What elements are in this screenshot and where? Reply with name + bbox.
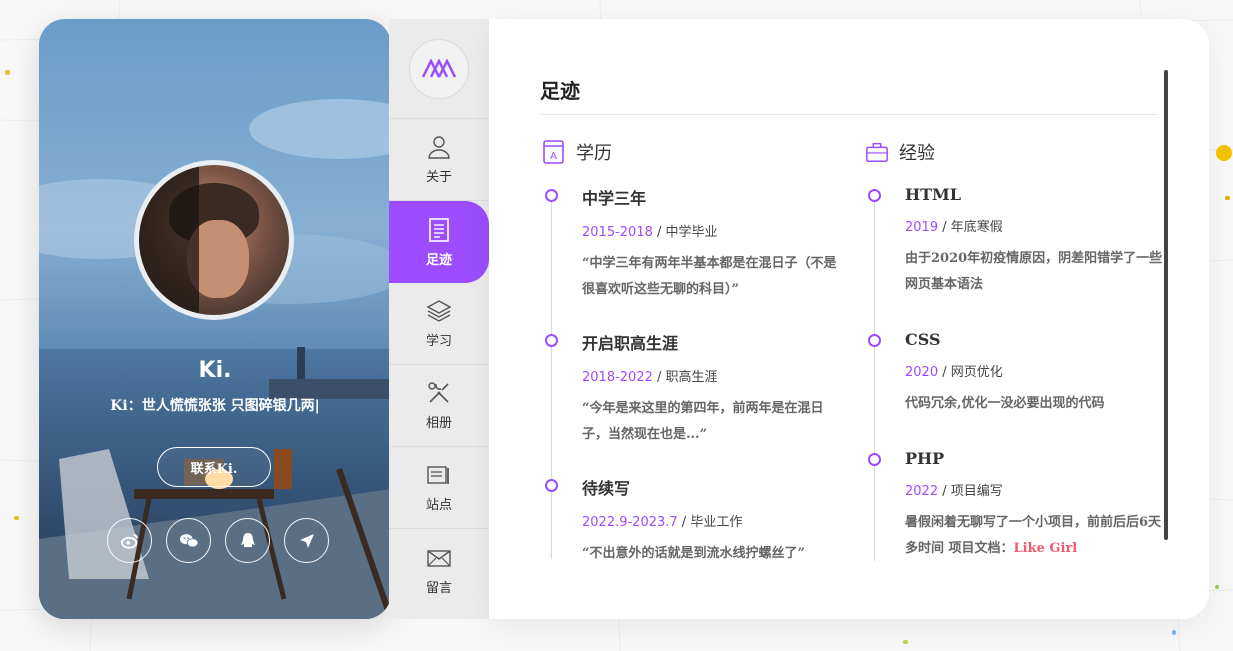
entry-title: 待续写: [582, 479, 631, 498]
nav-item-label: 足迹: [425, 252, 452, 268]
education-column: A 学历 中学三年 2015-2018 / 中学毕业 “中学三年有两年半基本都是…: [542, 139, 842, 561]
nav-item-sites[interactable]: 站点: [389, 447, 489, 529]
nav-item-label: 关于: [425, 170, 452, 185]
qq-icon[interactable]: [225, 518, 270, 563]
entry-title: PHP: [905, 449, 945, 468]
entry-description: 暑假闲着无聊写了一个小项目，前前后后6天多时间 项目文档：Like Girl: [905, 510, 1165, 562]
entry-tag: 中学毕业: [665, 225, 718, 240]
timeline-dot: [545, 334, 558, 347]
logo-icon: [421, 58, 457, 78]
confetti: [1172, 630, 1176, 635]
timeline-entry: 开启职高生涯 2018-2022 / 职高生涯 “今年是来这里的第四年，前两年是…: [542, 330, 842, 475]
entry-title: CSS: [905, 330, 941, 349]
nav-item-label: 留言: [425, 580, 452, 596]
profile-name: Ki.: [198, 358, 232, 383]
confetti: [903, 640, 908, 644]
timeline-entry: HTML 2019 / 年底寒假 由于2020年初疫情原因，阴差阳错学了一些网页…: [865, 185, 1165, 330]
briefcase-icon: [866, 142, 888, 162]
side-nav: 关于 足迹 学习 相册 站点 留言: [389, 19, 489, 619]
send-icon[interactable]: [284, 518, 329, 563]
entry-years: 2015-2018: [582, 225, 653, 240]
contact-button[interactable]: 联系Ki.: [157, 447, 271, 487]
social-links: [107, 518, 329, 563]
divider: [540, 114, 1158, 115]
entry-description: 由于2020年初疫情原因，阴差阳错学了一些网页基本语法: [905, 251, 1163, 292]
entry-title: 开启职高生涯: [582, 334, 679, 353]
entry-tag: 职高生涯: [665, 370, 718, 385]
tools-icon: [428, 382, 449, 403]
experience-column: 经验 HTML 2019 / 年底寒假 由于2020年初疫情原因，阴差阳错学了一…: [865, 139, 1165, 561]
user-icon: [428, 136, 450, 159]
document-icon: [429, 217, 449, 242]
entry-description: 代码冗余,优化一没必要出现的代码: [905, 396, 1105, 411]
entry-tag: 毕业工作: [690, 515, 743, 530]
entry-description: “今年是来这里的第四年，前两年是在混日子，当然现在也是...”: [582, 401, 824, 442]
book-icon: A: [543, 140, 564, 164]
mail-icon: [427, 549, 451, 567]
timeline-dot: [868, 334, 881, 347]
education-timeline: 中学三年 2015-2018 / 中学毕业 “中学三年有两年半基本都是在混日子（…: [542, 185, 842, 561]
section-heading: 学历: [576, 143, 612, 164]
timeline-entry: 待续写 2022.9-2023.7 / 毕业工作 “不出意外的话就是到流水线拧螺…: [542, 475, 842, 561]
nav-item-study[interactable]: 学习: [389, 283, 489, 365]
avatar: [134, 160, 294, 320]
nav-item-label: 相册: [425, 416, 452, 431]
layers-icon: [426, 300, 452, 322]
timeline-dot: [868, 453, 881, 466]
entry-years: 2019: [905, 220, 939, 235]
timeline-dot: [545, 189, 558, 202]
experience-timeline: HTML 2019 / 年底寒假 由于2020年初疫情原因，阴差阳错学了一些网页…: [865, 185, 1165, 561]
nav-item-message[interactable]: 留言: [389, 529, 489, 611]
nav-item-album[interactable]: 相册: [389, 365, 489, 447]
entry-tag: 网页优化: [950, 365, 1003, 380]
weibo-icon[interactable]: [107, 518, 152, 563]
timeline-entry: PHP 2022 / 项目编写 暑假闲着无聊写了一个小项目，前前后后6天多时间 …: [865, 449, 1165, 557]
svg-text:A: A: [550, 151, 557, 162]
confetti: [14, 516, 19, 520]
confetti: [1215, 585, 1219, 589]
entry-years: 2018-2022: [582, 370, 653, 385]
timeline-entry: 中学三年 2015-2018 / 中学毕业 “中学三年有两年半基本都是在混日子（…: [542, 185, 842, 330]
entry-description: “不出意外的话就是到流水线拧螺丝了”: [582, 546, 805, 561]
wechat-icon[interactable]: [166, 518, 211, 563]
profile-motto: Ki：世人慌慌张张 只图碎银几两|: [110, 398, 320, 414]
nav-item-label: 学习: [425, 334, 452, 349]
project-doc-link[interactable]: Like Girl: [1014, 541, 1078, 556]
entry-years: 2020: [905, 365, 939, 380]
entry-tag: 年底寒假: [950, 220, 1003, 235]
profile-card: Ki. Ki：世人慌慌张张 只图碎银几两| 联系Ki.: [39, 19, 391, 619]
content-panel: 足迹 A 学历 中学三年 2015-2018 / 中学毕业 “中学三年有两年半基…: [489, 19, 1209, 619]
confetti: [5, 70, 10, 75]
entry-tag: 项目编写: [950, 484, 1003, 499]
entry-years: 2022.9-2023.7: [582, 515, 678, 530]
page-title: 足迹: [540, 79, 580, 103]
nav-item-label: 站点: [425, 498, 452, 513]
logo[interactable]: [389, 19, 489, 119]
entry-title: 中学三年: [582, 189, 647, 208]
entry-description: “中学三年有两年半基本都是在混日子（不是很喜欢听这些无聊的科目）”: [582, 256, 837, 297]
timeline-dot: [545, 479, 558, 492]
timeline-dot: [868, 189, 881, 202]
nav-item-footprint[interactable]: 足迹: [389, 201, 489, 283]
section-heading: 经验: [899, 143, 935, 164]
sites-icon: [427, 466, 449, 484]
confetti: [1216, 145, 1232, 161]
entry-title: HTML: [905, 185, 961, 204]
entry-years: 2022: [905, 484, 939, 499]
confetti: [1225, 196, 1230, 200]
nav-item-about[interactable]: 关于: [389, 119, 489, 201]
timeline-entry: CSS 2020 / 网页优化 代码冗余,优化一没必要出现的代码: [865, 330, 1165, 449]
